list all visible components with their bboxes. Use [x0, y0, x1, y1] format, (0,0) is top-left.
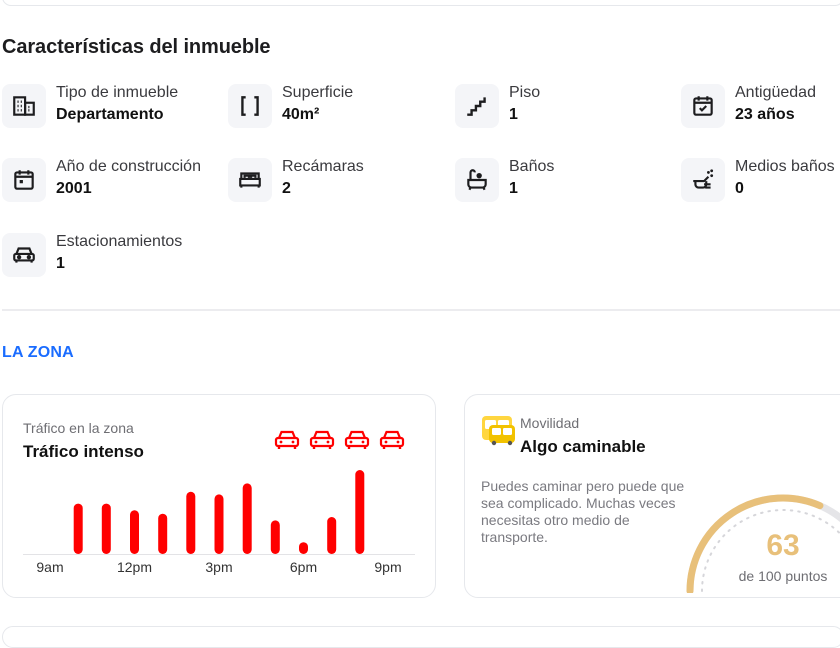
chart-tick-label: 12pm	[117, 559, 152, 575]
chart-tick-label: 9am	[36, 559, 63, 575]
feature-value: 23 años	[735, 106, 795, 123]
chart-bar-10am	[73, 503, 83, 554]
mobility-card: Movilidad Algo caminable Puedes caminar …	[464, 394, 840, 598]
feature-area: Superficie 40m²	[228, 84, 458, 132]
chart-bar-6pm	[299, 542, 308, 554]
feature-parking: Estacionamientos 1	[2, 233, 232, 281]
feature-label: Antigüedad	[735, 84, 816, 101]
half-bath-icon	[681, 158, 725, 202]
chart-bar-7pm	[327, 517, 337, 554]
traffic-chart: 9am 12pm 3pm 6pm 9pm	[23, 470, 415, 575]
next-card	[2, 626, 840, 648]
zone-title: LA ZONA	[2, 344, 74, 361]
calendar-check-icon	[681, 84, 725, 128]
chart-bar-3pm	[214, 494, 224, 554]
chart-bar-4pm	[242, 483, 252, 554]
bathtub-icon	[455, 158, 499, 202]
chart-bar-11am	[101, 503, 111, 554]
bus-icon	[482, 416, 515, 446]
calendar-icon	[2, 158, 46, 202]
feature-label: Medios baños	[735, 158, 835, 175]
traffic-card: Tráfico en la zona Tráfico intenso 9am 12…	[2, 394, 436, 598]
mobility-score: 63	[766, 529, 800, 562]
chart-bar-2pm	[186, 491, 196, 554]
feature-floor: Piso 1	[455, 84, 685, 132]
chart-bar-12pm	[130, 510, 139, 554]
feature-value: 0	[735, 180, 744, 197]
feature-construction-year: Año de construcción 2001	[2, 158, 232, 206]
mobility-value: Algo caminable	[520, 437, 646, 456]
mobility-label: Movilidad	[520, 415, 580, 431]
chart-tick-label: 9pm	[374, 559, 401, 575]
area-brackets-icon	[228, 84, 272, 128]
chart-bar-1pm	[158, 513, 168, 554]
feature-label: Tipo de inmueble	[56, 84, 179, 101]
mobility-description: Puedes caminar pero puede que sea compli…	[481, 478, 685, 545]
feature-value: 2	[282, 180, 291, 197]
feature-label: Superficie	[282, 84, 354, 101]
feature-value: 1	[509, 180, 518, 197]
feature-bedrooms: Recámaras 2	[228, 158, 458, 206]
chart-tick-label: 3pm	[205, 559, 232, 575]
feature-bathrooms: Baños 1	[455, 158, 685, 206]
feature-label: Recámaras	[282, 158, 364, 175]
stairs-icon	[455, 84, 499, 128]
building-icon	[2, 84, 46, 128]
chart-bar-5pm	[270, 520, 280, 554]
mobility-score-sub: de 100 puntos	[738, 568, 828, 584]
section-divider	[2, 309, 840, 311]
feature-value: 40m²	[282, 106, 320, 123]
feature-label: Piso	[509, 84, 541, 101]
feature-value: 2001	[56, 180, 92, 197]
feature-value: 1	[56, 255, 65, 272]
chart-bar-8pm	[355, 470, 365, 554]
feature-value: Departamento	[56, 106, 164, 123]
previous-card	[2, 0, 840, 6]
chart-tick-label: 6pm	[290, 559, 317, 575]
feature-label: Baños	[509, 158, 555, 175]
feature-age: Antigüedad 23 años	[681, 84, 840, 132]
feature-label: Estacionamientos	[56, 233, 183, 250]
car-icon	[2, 233, 46, 277]
section-title: Características del inmueble	[2, 36, 271, 58]
feature-label: Año de construcción	[56, 158, 201, 175]
feature-property-type: Tipo de inmueble Departamento	[2, 84, 232, 132]
bed-icon	[228, 158, 272, 202]
feature-half-bathrooms: Medios baños 0	[681, 158, 840, 206]
feature-value: 1	[509, 106, 518, 123]
